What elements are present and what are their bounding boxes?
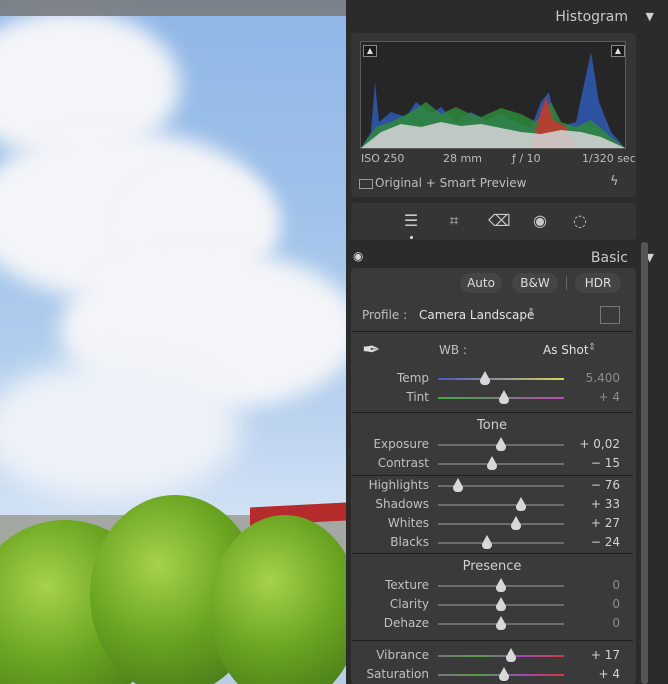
dehaze-slider-thumb[interactable] [496, 616, 506, 625]
contrast-label: Contrast [377, 456, 429, 470]
wb-label: WB : [439, 343, 467, 357]
whites-slider-thumb[interactable] [511, 516, 522, 525]
divider [566, 276, 567, 290]
temp-slider-thumb[interactable] [479, 371, 490, 380]
contrast-value[interactable]: − 15 [560, 456, 620, 470]
texture-value[interactable]: 0 [560, 578, 620, 592]
panel-scrollbar[interactable] [641, 242, 648, 684]
visibility-eye-icon[interactable]: ◉ [353, 249, 363, 263]
auto-button[interactable]: Auto [460, 273, 502, 293]
vibrance-slider-track[interactable] [438, 655, 564, 657]
divider [352, 475, 633, 476]
healing-eraser-icon[interactable]: ⌫ [488, 212, 511, 230]
histogram-title: Histogram [555, 9, 628, 25]
temp-value[interactable]: 5.400 [560, 371, 620, 385]
temp-label: Temp [397, 371, 429, 385]
dehaze-value[interactable]: 0 [560, 616, 620, 630]
divider [352, 553, 633, 554]
shadow-clipping-toggle-icon[interactable]: ▲ [363, 45, 377, 57]
shadows-value[interactable]: + 33 [560, 497, 620, 511]
tint-value[interactable]: + 4 [560, 390, 620, 404]
meta-aperture: ƒ / 10 [512, 152, 541, 165]
tone-title: Tone [477, 418, 507, 433]
histogram-svg [361, 52, 625, 148]
shadows-label: Shadows [375, 497, 429, 511]
blacks-slider-track[interactable] [438, 542, 564, 544]
highlights-label: Highlights [368, 478, 429, 492]
exposure-slider-thumb[interactable] [496, 437, 506, 446]
divider [352, 412, 633, 413]
profile-select[interactable]: Camera Landscape [419, 308, 534, 322]
divider [352, 640, 633, 641]
meta-focal-length: 28 mm [443, 152, 482, 165]
presence-title: Presence [462, 559, 522, 574]
temp-slider-track[interactable] [438, 378, 564, 380]
histogram-graph[interactable] [360, 41, 626, 149]
masking-icon[interactable]: ◌ [570, 212, 590, 230]
basic-title: Basic [590, 250, 628, 266]
profile-label: Profile : [362, 308, 408, 322]
meta-shutter: 1/320 sec [582, 152, 636, 165]
whites-slider-track[interactable] [438, 523, 564, 525]
active-tool-dot [410, 236, 413, 239]
clarity-slider-thumb[interactable] [496, 597, 506, 606]
redeye-icon[interactable]: ◉ [530, 212, 550, 230]
exposure-label: Exposure [373, 437, 429, 451]
bw-button[interactable]: B&W [512, 273, 558, 293]
exposure-value[interactable]: + 0,02 [560, 437, 620, 451]
smart-preview-icon [359, 179, 373, 189]
vibrance-label: Vibrance [376, 648, 429, 662]
highlights-slider-thumb[interactable] [453, 478, 464, 487]
clarity-label: Clarity [389, 597, 429, 611]
highlight-clipping-toggle-icon[interactable]: ▲ [611, 45, 625, 57]
edit-sliders-icon[interactable]: ☰ [401, 212, 421, 230]
wb-eyedropper-icon[interactable]: ✒ [362, 338, 394, 370]
saturation-slider-thumb[interactable] [498, 667, 509, 676]
preview-status: Original + Smart Preview [375, 176, 527, 190]
blacks-value[interactable]: − 24 [560, 535, 620, 549]
contrast-slider-thumb[interactable] [487, 456, 498, 465]
saturation-value[interactable]: + 4 [560, 667, 620, 681]
profile-browser-grid-icon[interactable] [600, 306, 620, 324]
texture-label: Texture [385, 578, 429, 592]
contrast-slider-track[interactable] [438, 463, 564, 465]
tint-label: Tint [406, 390, 429, 404]
tint-slider-thumb[interactable] [498, 390, 509, 399]
wb-select[interactable]: As Shot [543, 343, 589, 357]
whites-value[interactable]: + 27 [560, 516, 620, 530]
texture-slider-thumb[interactable] [496, 578, 506, 587]
lightning-icon[interactable]: ϟ [610, 174, 619, 189]
vibrance-slider-thumb[interactable] [506, 648, 517, 657]
dehaze-label: Dehaze [383, 616, 429, 630]
saturation-label: Saturation [366, 667, 429, 681]
blacks-label: Blacks [390, 535, 429, 549]
cloud [0, 360, 240, 500]
meta-iso: ISO 250 [361, 152, 405, 165]
histogram-collapse-icon[interactable]: ▼ [646, 10, 654, 23]
hdr-button[interactable]: HDR [575, 273, 621, 293]
wb-chevron-icon[interactable]: ⇕ [588, 342, 596, 353]
photo-canvas[interactable] [0, 0, 346, 684]
vibrance-value[interactable]: + 17 [560, 648, 620, 662]
whites-label: Whites [387, 516, 429, 530]
clarity-value[interactable]: 0 [560, 597, 620, 611]
blacks-slider-thumb[interactable] [482, 535, 493, 544]
highlights-value[interactable]: − 76 [560, 478, 620, 492]
shadows-slider-thumb[interactable] [516, 497, 527, 506]
top-bar [0, 0, 346, 16]
divider [352, 331, 633, 332]
shadows-slider-track[interactable] [438, 504, 564, 506]
crop-icon[interactable]: ⌗ [444, 212, 464, 230]
profile-chevron-icon[interactable]: ⇕ [527, 307, 535, 318]
